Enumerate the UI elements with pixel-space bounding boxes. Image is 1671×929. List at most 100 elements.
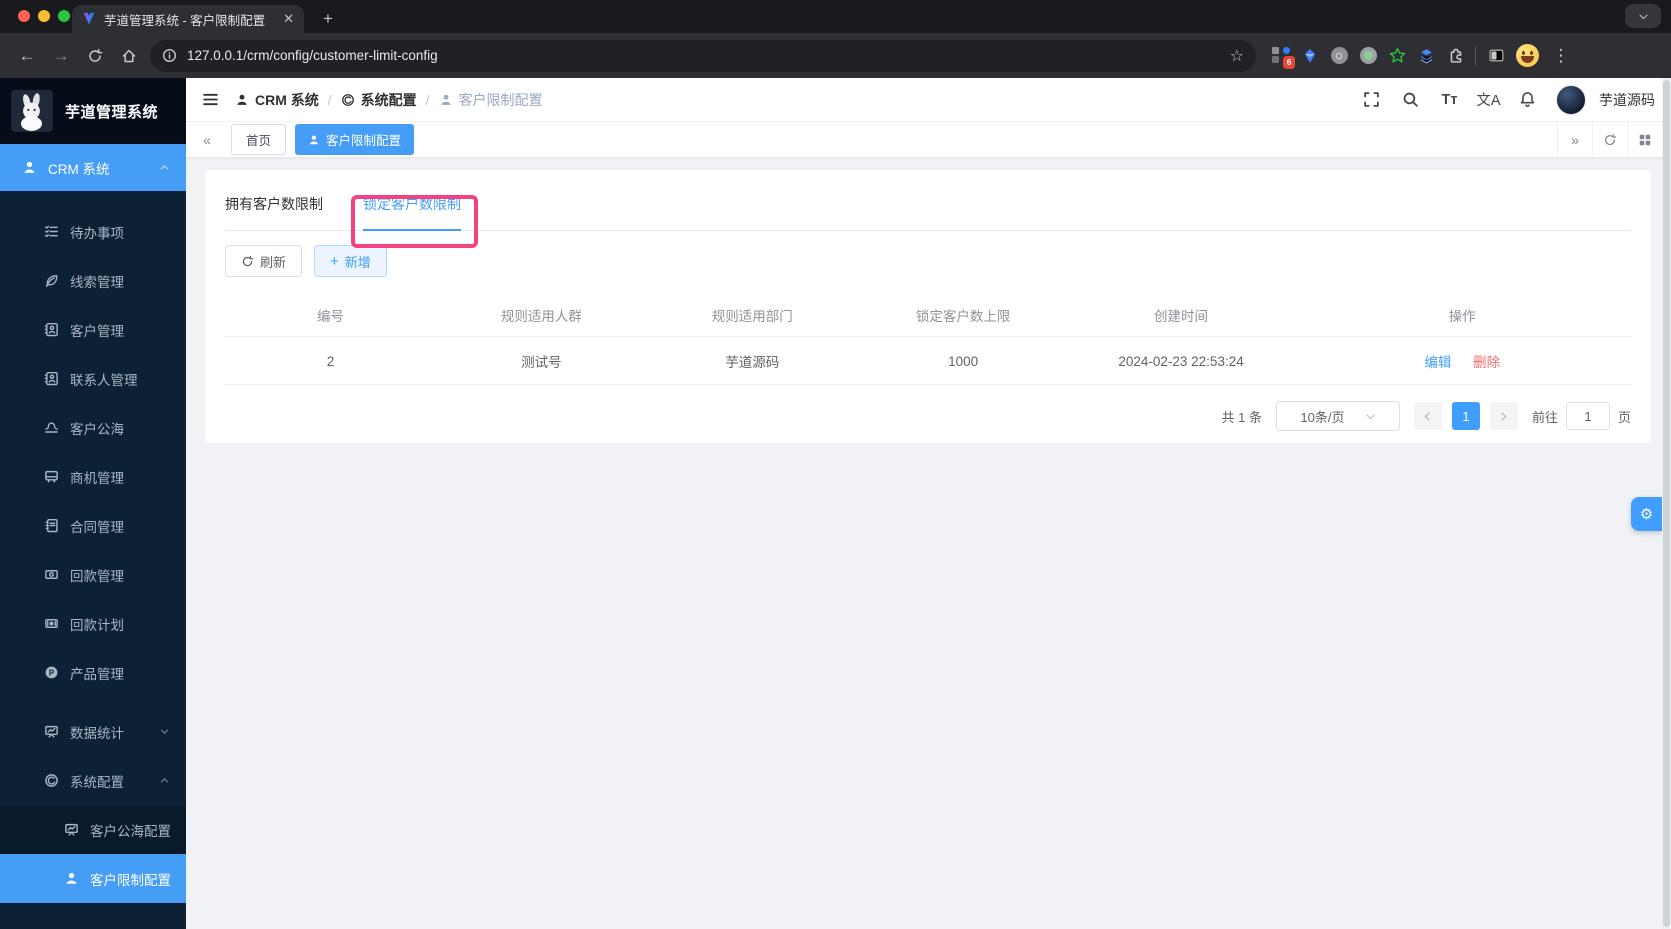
sidebar-item-system-config[interactable]: 系统配置 [0,756,186,805]
banknote-icon [45,619,58,628]
extensions-puzzle-icon[interactable] [1446,47,1464,65]
toolbar-divider [1475,45,1476,66]
chevron-down-icon [160,729,169,734]
address-bar[interactable]: 127.0.0.1/crm/config/customer-limit-conf… [150,39,1256,72]
close-window-button[interactable] [18,10,30,22]
goto-page-input[interactable] [1565,402,1610,430]
person-icon [440,94,451,105]
browser-tab-strip: 芋道管理系统 - 客户限制配置 ✕ + [0,0,1671,33]
prev-page-button[interactable] [1413,402,1442,430]
person-icon [24,161,35,173]
notification-button[interactable] [1511,83,1544,116]
forward-button[interactable]: → [44,39,78,73]
search-button[interactable] [1394,83,1427,116]
chevron-up-icon [160,165,169,170]
user-avatar[interactable] [1556,84,1586,115]
delete-link[interactable]: 删除 [1473,355,1500,370]
cell-created: 2024-02-23 22:53:24 [1068,336,1294,385]
sidebar-item-opportunities[interactable]: 商机管理 [0,452,186,501]
fullscreen-button[interactable] [1355,83,1388,116]
sidebar-item-customer-limit-config[interactable]: 客户限制配置 [0,854,186,903]
sidebar-item-pool-config[interactable]: 客户公海配置 [0,805,186,854]
logo-rabbit-image [11,90,53,132]
product-p-icon: P [45,666,58,679]
sidebar-item-products[interactable]: P 产品管理 [0,648,186,697]
cell-limit: 1000 [857,336,1069,385]
table-row: 2 测试号 芋道源码 1000 2024-02-23 22:53:24 编辑 删… [225,336,1631,385]
sidebar-item-contacts[interactable]: 联系人管理 [0,354,186,403]
next-page-button[interactable] [1489,402,1518,430]
svg-text:P: P [49,668,55,677]
grid-icon [1639,134,1651,145]
bookmark-star-icon[interactable]: ☆ [1230,46,1244,66]
minimize-window-button[interactable] [38,10,50,22]
sidebar-item-customer-pool[interactable]: 客户公海 [0,403,186,452]
sidebar-item-todo[interactable]: 待办事项 [0,207,186,256]
payment-icon [45,570,58,579]
language-button[interactable]: 文A [1472,83,1505,116]
edit-link[interactable]: 编辑 [1424,355,1451,370]
scrollbar-thumb[interactable] [1663,80,1670,927]
tab-close-icon[interactable]: ✕ [283,11,294,27]
page-1-button[interactable]: 1 [1451,402,1480,430]
extension-grid-icon[interactable]: 6 [1272,46,1295,69]
back-button[interactable]: ← [10,39,44,73]
font-size-button[interactable]: Tт [1433,83,1466,116]
cell-group: 测试号 [435,336,647,385]
breadcrumb: CRM 系统 / 系统配置 / 客户限制配置 [235,90,543,110]
site-info-icon[interactable] [162,48,177,63]
sidebar-item-contracts[interactable]: 合同管理 [0,501,186,550]
browser-chrome: 芋道管理系统 - 客户限制配置 ✕ + ← → 127.0.0.1/crm/co… [0,0,1671,78]
sidebar-item-customers[interactable]: 客户管理 [0,305,186,354]
extension-star-icon[interactable] [1388,47,1406,65]
contact-book-icon [44,322,58,337]
sidebar-item-receivables[interactable]: 回款管理 [0,550,186,599]
limit-tabs: 拥有客户数限制 锁定客户数限制 [225,170,1631,231]
sidebar-item-statistics[interactable]: 数据统计 [0,707,186,756]
split-screen-icon[interactable] [1487,47,1505,65]
breadcrumb-separator: / [425,91,430,108]
sidebar-item-receivable-plan[interactable]: 回款计划 [0,599,186,648]
tags-layout-button[interactable] [1627,122,1662,157]
reload-button[interactable] [78,39,112,73]
username[interactable]: 芋道源码 [1599,90,1655,110]
tags-scroll-left-button[interactable]: « [192,132,222,148]
contract-notebook-icon [45,518,58,533]
extension-green-circle-icon[interactable] [1359,47,1377,65]
tag-home[interactable]: 首页 [231,124,287,155]
home-button[interactable] [112,39,146,73]
settings-fab[interactable]: ⚙ [1631,497,1662,531]
breadcrumb-system-config[interactable]: 系统配置 [341,90,417,110]
page-buttons: 1 [1413,402,1518,430]
extension-gray-circle-icon[interactable] [1330,47,1348,65]
chart-board-icon [65,823,78,836]
extension-layers-icon[interactable] [1417,47,1435,65]
add-button[interactable]: + 新增 [314,245,387,277]
refresh-button[interactable]: 刷新 [225,245,303,277]
browser-menu-kebab-icon[interactable]: ⋮ [1550,39,1572,73]
page-size-select[interactable]: 10条/页 [1275,401,1400,431]
chart-board-icon [45,725,58,738]
url-text[interactable]: 127.0.0.1/crm/config/customer-limit-conf… [187,48,438,63]
tag-customer-limit-config[interactable]: 客户限制配置 [295,124,415,155]
tags-scroll-right-button[interactable]: » [1557,122,1592,157]
browser-profile-avatar[interactable] [1516,44,1539,67]
sidebar-item-crm-system[interactable]: CRM 系统 [0,144,186,191]
cell-dept: 芋道源码 [646,336,858,385]
person-icon [309,135,319,144]
chevron-down-icon [1365,414,1375,419]
menu-fold-button[interactable] [202,91,219,108]
chevron-down-icon [1639,14,1647,19]
maximize-window-button[interactable] [58,10,70,22]
sidebar-item-leads[interactable]: 线索管理 [0,256,186,305]
browser-tab[interactable]: 芋道管理系统 - 客户限制配置 ✕ [72,5,304,33]
new-tab-button[interactable]: + [314,5,342,33]
breadcrumb-crm-system[interactable]: CRM 系统 [235,90,319,110]
chevron-left-icon [1425,411,1431,421]
tab-locked-customer-limit[interactable]: 锁定客户数限制 [363,194,461,231]
page-content: 拥有客户数限制 锁定客户数限制 刷新 + 新增 编号 规则适用人群 规则适用部门… [186,158,1671,929]
tags-refresh-button[interactable] [1592,122,1627,157]
tab-overview-button[interactable] [1625,4,1661,28]
extension-gem-icon[interactable] [1301,47,1319,65]
tab-owned-customer-limit[interactable]: 拥有客户数限制 [225,194,323,230]
